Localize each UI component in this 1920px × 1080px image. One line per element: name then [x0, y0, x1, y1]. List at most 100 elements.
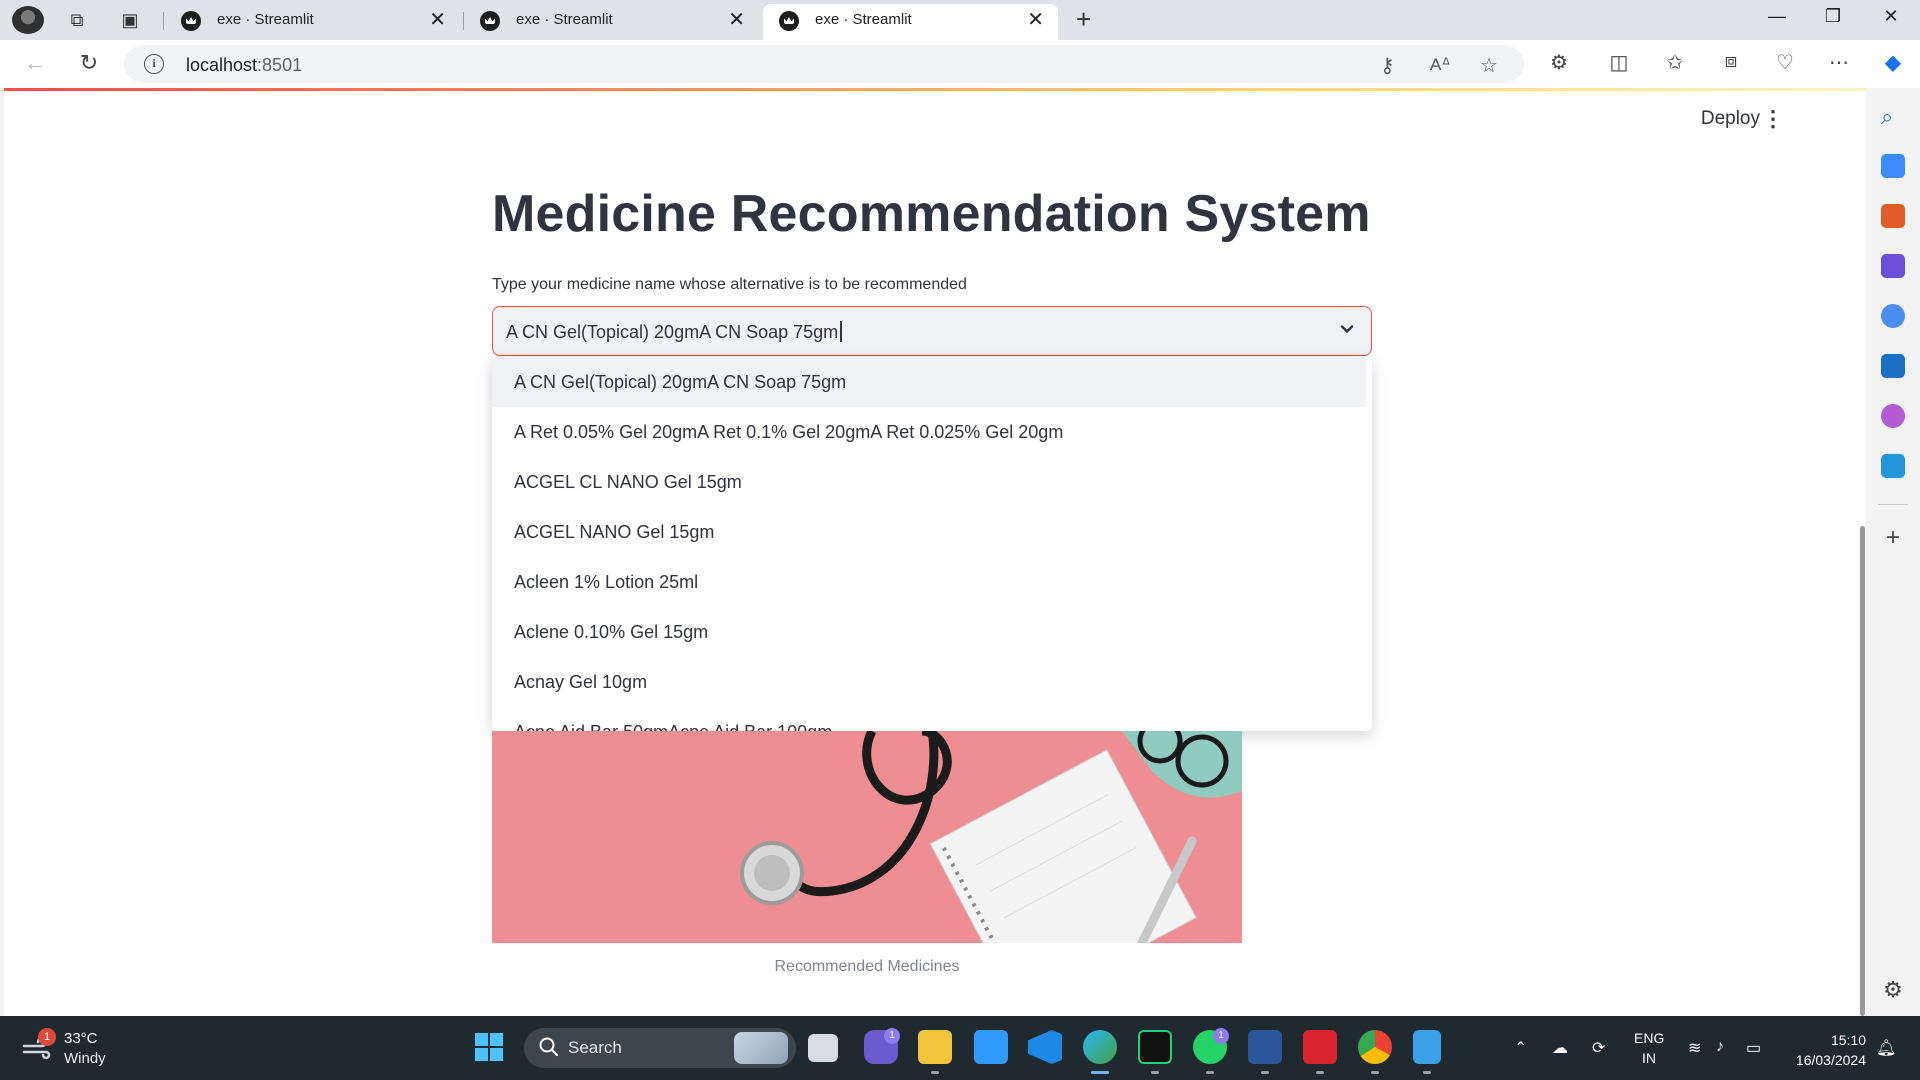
- tab-2[interactable]: exe · Streamlit ✕: [464, 4, 759, 40]
- windows-start-icon[interactable]: [472, 1030, 506, 1064]
- outlook-icon[interactable]: [1881, 354, 1905, 378]
- taskbar-running-dot: [1316, 1071, 1324, 1074]
- taskbar-active-dot: [1091, 1071, 1109, 1074]
- shopping-tag-icon[interactable]: [1881, 154, 1905, 178]
- search-highlight-icon: [734, 1032, 788, 1064]
- pycharm-icon[interactable]: [1138, 1030, 1172, 1064]
- refresh-icon[interactable]: ↻: [74, 50, 104, 76]
- back-arrow-icon[interactable]: ←: [20, 50, 50, 76]
- settings-gear-icon[interactable]: ⚙: [1881, 978, 1905, 1002]
- edge-sidebar: ⌕ + ⚙: [1866, 88, 1920, 1016]
- key-icon[interactable]: ⚷: [1380, 53, 1395, 78]
- more-menu-icon[interactable]: ⋯: [1824, 50, 1854, 75]
- navigation-bar: ← ↻ i localhost:8501 ⚷ Aᐞ ☆ ⚙ ◫ ✩ ⧈ ♡ ⋯ …: [0, 40, 1920, 88]
- close-tab-icon[interactable]: ✕: [1027, 4, 1044, 36]
- main-menu-icon[interactable]: ⋮: [1762, 106, 1784, 132]
- file-explorer-icon[interactable]: [918, 1030, 952, 1064]
- search-icon[interactable]: ⌕: [1881, 104, 1905, 129]
- tab-3-active[interactable]: exe · Streamlit ✕: [763, 4, 1058, 40]
- taskbar-search[interactable]: Search: [524, 1028, 796, 1068]
- clock-date: 16/03/2024: [1795, 1052, 1866, 1068]
- copilot-icon[interactable]: ◆: [1878, 50, 1908, 75]
- onedrive-cloud-icon[interactable]: ☁: [1552, 1038, 1568, 1058]
- sync-icon[interactable]: ⟳: [1592, 1038, 1605, 1058]
- close-window-icon[interactable]: ✕: [1868, 6, 1914, 27]
- page-scrollbar[interactable]: [1860, 526, 1865, 1016]
- language-indicator-top[interactable]: ENG: [1634, 1030, 1664, 1046]
- dropdown-option[interactable]: A Ret 0.05% Gel 20gmA Ret 0.1% Gel 20gmA…: [492, 407, 1366, 457]
- search-icon: [539, 1037, 559, 1057]
- dropdown-option[interactable]: Aclene 0.10% Gel 15gm: [492, 607, 1366, 657]
- system-clock[interactable]: 15:10 16/03/2024: [1796, 1030, 1866, 1070]
- windows-taskbar: 1 33°C Windy Search 1 1 ⌃ ☁ ⟳ ENG IN ≋ ♪…: [0, 1016, 1920, 1080]
- tab-title: exe · Streamlit: [815, 11, 912, 28]
- task-view-icon[interactable]: [808, 1034, 838, 1062]
- teams-badge: 1: [884, 1028, 900, 1044]
- tools-icon[interactable]: [1881, 204, 1905, 228]
- address-bar[interactable]: i localhost:8501 ⚷ Aᐞ ☆: [124, 45, 1524, 83]
- acrobat-icon[interactable]: [1303, 1030, 1337, 1064]
- medicine-selectbox[interactable]: A CN Gel(Topical) 20gmA CN Soap 75gm: [492, 306, 1372, 356]
- microsoft-store-icon[interactable]: [974, 1030, 1008, 1064]
- weather-badge: 1: [38, 1028, 56, 1046]
- profile-avatar[interactable]: [12, 6, 44, 34]
- collections-icon[interactable]: ⧈: [1716, 50, 1746, 73]
- notepad-icon[interactable]: [1413, 1030, 1441, 1064]
- split-screen-icon[interactable]: ◫: [1604, 50, 1634, 75]
- whatsapp-badge: 1: [1213, 1028, 1229, 1044]
- dropdown-option[interactable]: ACGEL NANO Gel 15gm: [492, 507, 1366, 557]
- battery-icon[interactable]: ▭: [1746, 1038, 1761, 1058]
- volume-icon[interactable]: ♪: [1716, 1038, 1724, 1056]
- extensions-icon[interactable]: ⚙: [1544, 50, 1574, 75]
- tab-1[interactable]: exe · Streamlit ✕: [165, 4, 460, 40]
- site-info-icon[interactable]: i: [144, 54, 164, 74]
- language-indicator-bottom[interactable]: IN: [1642, 1050, 1656, 1066]
- taskbar-running-dot: [1371, 1071, 1379, 1074]
- chrome-icon[interactable]: [1358, 1030, 1392, 1064]
- dropdown-option[interactable]: ACGEL CL NANO Gel 15gm: [492, 457, 1366, 507]
- weather-description[interactable]: Windy: [64, 1050, 106, 1067]
- selectbox-dropdown: A CN Gel(Topical) 20gmA CN Soap 75gm A R…: [492, 357, 1372, 731]
- weather-temperature[interactable]: 33°C: [64, 1030, 98, 1047]
- close-tab-icon[interactable]: ✕: [429, 4, 446, 36]
- send-icon[interactable]: [1881, 454, 1905, 478]
- edge-browser-icon[interactable]: [1083, 1030, 1117, 1064]
- word-icon[interactable]: [1248, 1030, 1282, 1064]
- streamlit-favicon-icon: [480, 11, 500, 31]
- streamlit-top-bar: [4, 88, 1866, 91]
- minimize-icon[interactable]: —: [1754, 6, 1800, 27]
- designer-icon[interactable]: [1881, 404, 1905, 428]
- page-viewport: Deploy ⋮ Medicine Recommendation System …: [4, 88, 1866, 1016]
- chevron-down-icon[interactable]: [1337, 319, 1357, 339]
- selectbox-value[interactable]: A CN Gel(Topical) 20gmA CN Soap 75gm: [506, 321, 843, 343]
- games-icon[interactable]: [1881, 254, 1905, 278]
- new-tab-button[interactable]: +: [1076, 4, 1091, 35]
- restore-icon[interactable]: ❐: [1810, 6, 1856, 27]
- deploy-button[interactable]: Deploy: [1701, 108, 1760, 130]
- tab-actions-icon[interactable]: ▣: [119, 9, 141, 31]
- microsoft-365-icon[interactable]: [1881, 304, 1905, 328]
- browser-essentials-icon[interactable]: ♡: [1770, 50, 1800, 75]
- taskbar-running-dot: [1206, 1071, 1214, 1074]
- favorites-icon[interactable]: ✩: [1660, 50, 1690, 75]
- add-icon[interactable]: +: [1881, 526, 1905, 550]
- url-port: :8501: [257, 55, 303, 75]
- read-aloud-icon[interactable]: Aᐞ: [1430, 55, 1451, 75]
- dropdown-option[interactable]: Acne Aid Bar 50gmAcne Aid Bar 100gm: [492, 707, 1366, 731]
- dropdown-option[interactable]: Acnay Gel 10gm: [492, 657, 1366, 707]
- streamlit-favicon-icon: [779, 11, 799, 31]
- vscode-icon[interactable]: [1028, 1030, 1062, 1064]
- favorite-star-icon[interactable]: ☆: [1480, 53, 1498, 78]
- page-title: Medicine Recommendation System: [492, 185, 1371, 243]
- show-hidden-icons-chevron-icon[interactable]: ⌃: [1514, 1038, 1527, 1058]
- dropdown-option[interactable]: Acleen 1% Lotion 25ml: [492, 557, 1366, 607]
- wifi-icon[interactable]: ≋: [1688, 1038, 1701, 1058]
- taskbar-running-dot: [931, 1071, 939, 1074]
- url-host: localhost: [186, 55, 258, 75]
- workspaces-icon[interactable]: ⧉: [66, 9, 88, 31]
- image-caption: Recommended Medicines: [774, 958, 960, 975]
- dropdown-option[interactable]: A CN Gel(Topical) 20gmA CN Soap 75gm: [492, 357, 1366, 407]
- notification-bell-icon[interactable]: 🔔︎: [1876, 1038, 1896, 1058]
- close-tab-icon[interactable]: ✕: [728, 4, 745, 36]
- clock-time: 15:10: [1830, 1032, 1866, 1048]
